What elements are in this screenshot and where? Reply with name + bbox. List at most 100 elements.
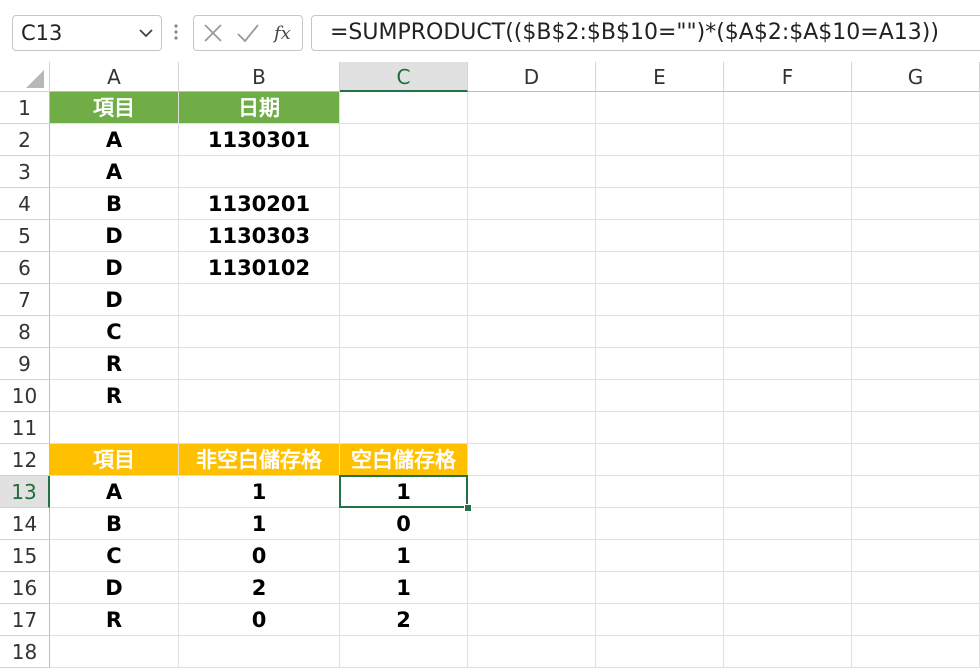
- cell-a11[interactable]: [50, 412, 179, 444]
- table1-cell[interactable]: A: [50, 124, 179, 156]
- cell-d2[interactable]: [468, 124, 596, 156]
- table1-cell[interactable]: 1130201: [179, 188, 340, 220]
- cell-c1[interactable]: [340, 92, 468, 124]
- cell-f13[interactable]: [724, 476, 852, 508]
- cell-d10[interactable]: [468, 380, 596, 412]
- cell-f4[interactable]: [724, 188, 852, 220]
- cell-b11[interactable]: [179, 412, 340, 444]
- table2-cell[interactable]: R: [50, 604, 179, 636]
- column-header-f[interactable]: F: [724, 62, 852, 92]
- cell-f3[interactable]: [724, 156, 852, 188]
- column-header-b[interactable]: B: [179, 62, 340, 92]
- cell-b7[interactable]: [179, 284, 340, 316]
- table2-cell[interactable]: 0: [340, 508, 468, 540]
- cell-c9[interactable]: [340, 348, 468, 380]
- table2-cell[interactable]: A: [50, 476, 179, 508]
- cell-f8[interactable]: [724, 316, 852, 348]
- row-header-15[interactable]: 15: [0, 540, 50, 572]
- cell-g14[interactable]: [852, 508, 980, 540]
- cell-b18[interactable]: [179, 636, 340, 668]
- table2-cell[interactable]: 0: [179, 604, 340, 636]
- table2-header-blank[interactable]: 空白儲存格: [340, 444, 468, 476]
- row-header-3[interactable]: 3: [0, 156, 50, 188]
- cell-g17[interactable]: [852, 604, 980, 636]
- cell-f6[interactable]: [724, 252, 852, 284]
- cell-e15[interactable]: [596, 540, 724, 572]
- table2-cell[interactable]: 1: [340, 476, 468, 508]
- cell-d5[interactable]: [468, 220, 596, 252]
- cell-d3[interactable]: [468, 156, 596, 188]
- row-header-10[interactable]: 10: [0, 380, 50, 412]
- cell-g15[interactable]: [852, 540, 980, 572]
- row-header-5[interactable]: 5: [0, 220, 50, 252]
- cell-e6[interactable]: [596, 252, 724, 284]
- table2-cell[interactable]: 2: [340, 604, 468, 636]
- cell-g6[interactable]: [852, 252, 980, 284]
- cell-d4[interactable]: [468, 188, 596, 220]
- table2-cell[interactable]: 0: [179, 540, 340, 572]
- row-header-16[interactable]: 16: [0, 572, 50, 604]
- row-header-1[interactable]: 1: [0, 92, 50, 124]
- table1-cell[interactable]: D: [50, 284, 179, 316]
- cell-d11[interactable]: [468, 412, 596, 444]
- row-header-6[interactable]: 6: [0, 252, 50, 284]
- cell-c10[interactable]: [340, 380, 468, 412]
- cell-c4[interactable]: [340, 188, 468, 220]
- cell-c2[interactable]: [340, 124, 468, 156]
- cell-e11[interactable]: [596, 412, 724, 444]
- column-header-d[interactable]: D: [468, 62, 596, 92]
- cancel-icon[interactable]: [202, 22, 224, 44]
- cell-d9[interactable]: [468, 348, 596, 380]
- row-header-9[interactable]: 9: [0, 348, 50, 380]
- cell-b9[interactable]: [179, 348, 340, 380]
- cell-e9[interactable]: [596, 348, 724, 380]
- cell-e12[interactable]: [596, 444, 724, 476]
- cell-d13[interactable]: [468, 476, 596, 508]
- table1-header-date[interactable]: 日期: [179, 92, 340, 124]
- cell-g16[interactable]: [852, 572, 980, 604]
- row-header-18[interactable]: 18: [0, 636, 50, 668]
- table2-cell[interactable]: 1: [179, 508, 340, 540]
- function-icon[interactable]: fx: [272, 22, 296, 44]
- row-header-11[interactable]: 11: [0, 412, 50, 444]
- cell-g18[interactable]: [852, 636, 980, 668]
- cell-f17[interactable]: [724, 604, 852, 636]
- cell-e7[interactable]: [596, 284, 724, 316]
- cell-f12[interactable]: [724, 444, 852, 476]
- table2-header-item[interactable]: 項目: [50, 444, 179, 476]
- cell-f15[interactable]: [724, 540, 852, 572]
- cell-d17[interactable]: [468, 604, 596, 636]
- cell-d14[interactable]: [468, 508, 596, 540]
- cell-d15[interactable]: [468, 540, 596, 572]
- row-header-2[interactable]: 2: [0, 124, 50, 156]
- cell-g12[interactable]: [852, 444, 980, 476]
- cell-g3[interactable]: [852, 156, 980, 188]
- cell-a18[interactable]: [50, 636, 179, 668]
- cell-e14[interactable]: [596, 508, 724, 540]
- cell-f5[interactable]: [724, 220, 852, 252]
- cell-f18[interactable]: [724, 636, 852, 668]
- table1-cell[interactable]: R: [50, 348, 179, 380]
- cell-e3[interactable]: [596, 156, 724, 188]
- row-header-14[interactable]: 14: [0, 508, 50, 540]
- row-header-13[interactable]: 13: [0, 476, 50, 508]
- cell-g4[interactable]: [852, 188, 980, 220]
- table2-header-nonblank[interactable]: 非空白儲存格: [179, 444, 340, 476]
- cell-d12[interactable]: [468, 444, 596, 476]
- cell-f10[interactable]: [724, 380, 852, 412]
- chevron-down-icon[interactable]: [137, 24, 155, 42]
- cell-g10[interactable]: [852, 380, 980, 412]
- cell-c8[interactable]: [340, 316, 468, 348]
- row-header-17[interactable]: 17: [0, 604, 50, 636]
- cell-b10[interactable]: [179, 380, 340, 412]
- cell-e8[interactable]: [596, 316, 724, 348]
- cell-g8[interactable]: [852, 316, 980, 348]
- cell-b3[interactable]: [179, 156, 340, 188]
- cell-e17[interactable]: [596, 604, 724, 636]
- cell-e13[interactable]: [596, 476, 724, 508]
- cell-e1[interactable]: [596, 92, 724, 124]
- cell-g11[interactable]: [852, 412, 980, 444]
- table1-header-item[interactable]: 項目: [50, 92, 179, 124]
- cell-g1[interactable]: [852, 92, 980, 124]
- row-header-12[interactable]: 12: [0, 444, 50, 476]
